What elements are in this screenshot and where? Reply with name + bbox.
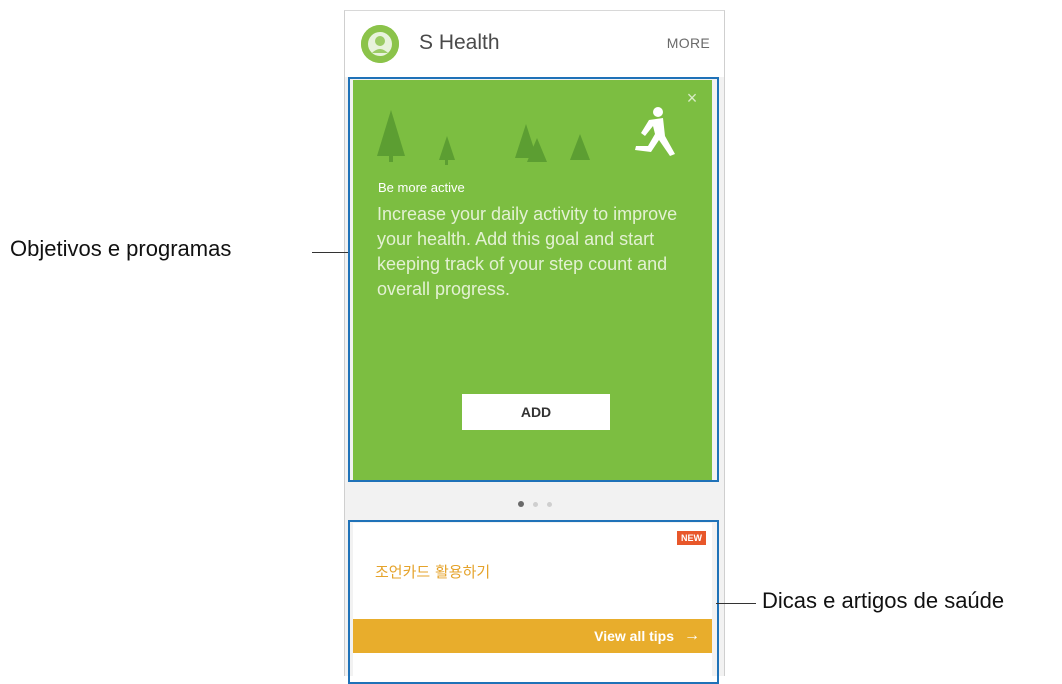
page-dot[interactable] bbox=[546, 501, 552, 507]
goals-highlight-frame bbox=[348, 77, 719, 482]
s-health-logo-icon bbox=[361, 25, 399, 63]
more-button[interactable]: MORE bbox=[667, 35, 710, 51]
goals-callout-line bbox=[312, 252, 348, 253]
app-title: S Health bbox=[419, 31, 500, 54]
page-indicator bbox=[345, 489, 724, 519]
page-dot-active[interactable] bbox=[517, 501, 524, 507]
page-dot[interactable] bbox=[532, 501, 538, 507]
goals-callout-label: Objetivos e programas bbox=[10, 236, 232, 261]
tips-callout-label: Dicas e artigos de saúde bbox=[762, 588, 1005, 613]
tips-callout-line bbox=[716, 603, 756, 604]
app-bar: S Health MORE bbox=[345, 11, 724, 77]
tips-highlight-frame bbox=[348, 520, 719, 684]
